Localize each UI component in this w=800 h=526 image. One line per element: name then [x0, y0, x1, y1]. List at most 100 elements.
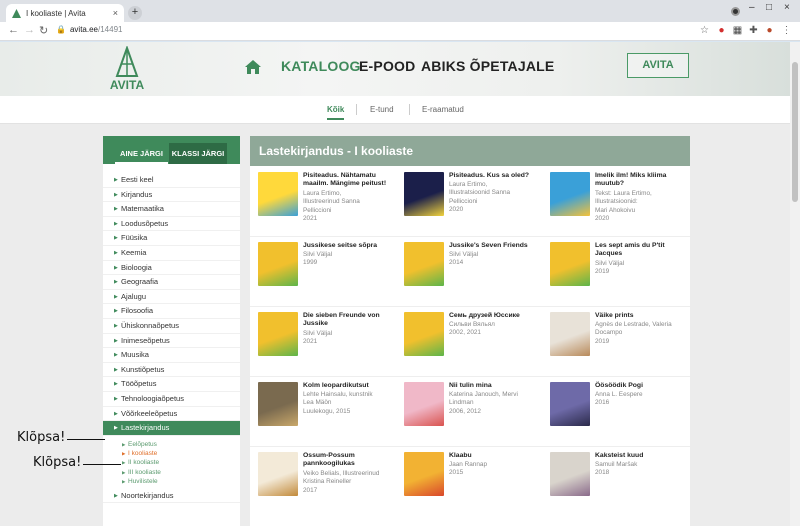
book-cover-image[interactable]: [404, 452, 444, 496]
sidebar-subitem[interactable]: ▶ III kooliaste: [103, 468, 240, 477]
star-icon[interactable]: ☆: [699, 25, 710, 36]
book-cover-image[interactable]: [550, 452, 590, 496]
book-cover-image[interactable]: [404, 312, 444, 356]
book-cover-image[interactable]: [258, 312, 298, 356]
sidebar-item[interactable]: ▶ Võõrkeeleõpetus: [103, 407, 240, 422]
book-card[interactable]: Nii tulin mina Katerina Janouch, Mervi Lin…: [396, 376, 542, 446]
minimize-button[interactable]: –: [749, 2, 755, 13]
sidebar-item[interactable]: ▶ Keemia: [103, 246, 240, 261]
menu-icon[interactable]: ⋮: [781, 25, 792, 36]
book-cover-image[interactable]: [258, 172, 298, 216]
reload-icon[interactable]: ↻: [39, 24, 48, 37]
record-icon[interactable]: [731, 7, 740, 16]
sidebar-item[interactable]: ▶ Tehnoloogiaõpetus: [103, 392, 240, 407]
book-title[interactable]: Pisiteadus. Kus sa oled?: [449, 172, 539, 180]
sidebar-subitem[interactable]: ▶ Huvilistele: [103, 477, 240, 486]
forward-icon[interactable]: →: [24, 24, 35, 36]
maximize-button[interactable]: □: [766, 2, 772, 13]
book-cover-image[interactable]: [404, 382, 444, 426]
book-card[interactable]: Pisiteadus. Nähtamatu maailm. Mängime pe…: [250, 166, 396, 236]
sidebar-subitem[interactable]: ▶ II kooliaste: [103, 458, 240, 467]
sidebar-subitem[interactable]: ▶ Eelõpetus: [103, 440, 240, 449]
book-card[interactable]: Семь друзей Юссике Сильви Вяльял 2002, 202…: [396, 306, 542, 376]
book-card[interactable]: Imelik ilm! Miks kliima muutub? Tekst: La…: [542, 166, 688, 236]
book-title[interactable]: Jussike's Seven Friends: [449, 242, 539, 250]
book-title[interactable]: Klaabu: [449, 452, 539, 460]
back-icon[interactable]: ←: [8, 24, 19, 36]
sidebar-item[interactable]: ▶ Kirjandus: [103, 188, 240, 203]
extension-red-icon[interactable]: ●: [716, 25, 727, 36]
tab-eraamatud[interactable]: E-raamatud: [422, 105, 464, 114]
book-cover-image[interactable]: [258, 452, 298, 496]
book-card[interactable]: Jussike's Seven Friends Silvi Väljal 2014: [396, 236, 542, 306]
tab-etund[interactable]: E-tund: [370, 105, 394, 114]
sidebar-item[interactable]: ▶ Lastekirjandus: [103, 421, 240, 436]
book-card[interactable]: Die sieben Freunde von Jussike Silvi Välj…: [250, 306, 396, 376]
close-window-button[interactable]: ×: [784, 2, 790, 13]
sidebar-item[interactable]: ▶ Geograafia: [103, 275, 240, 290]
sidebar-item[interactable]: ▶ Kunstiõpetus: [103, 363, 240, 378]
nav-epood[interactable]: E-POOD: [359, 58, 415, 74]
book-card[interactable]: Jussikese seitse sõpra Silvi Väljal 1999: [250, 236, 396, 306]
sidebar-item[interactable]: ▶ Ühiskonnaõpetus: [103, 319, 240, 334]
sidebar-item[interactable]: ▶ Bioloogia: [103, 261, 240, 276]
book-cover-image[interactable]: [404, 242, 444, 286]
sidebar-item[interactable]: ▶ Füüsika: [103, 231, 240, 246]
avita-logo[interactable]: AVITA: [103, 46, 151, 92]
sidebar-item[interactable]: ▶ Filosoofia: [103, 304, 240, 319]
book-card[interactable]: Les sept amis du P'tit Jacques Silvi Välj…: [542, 236, 688, 306]
home-icon[interactable]: [245, 60, 261, 74]
sidebar-subitem[interactable]: ▶ I kooliaste: [103, 449, 240, 458]
sidebar-item[interactable]: ▶ Ajalugu: [103, 290, 240, 305]
book-card[interactable]: Kolm leopardikutsut Lehte Hainsalu, kunst…: [250, 376, 396, 446]
book-card[interactable]: Ossum-Possum pannkoogilukas Veiko Belials…: [250, 446, 396, 516]
sidebar-item[interactable]: ▶ Tööõpetus: [103, 377, 240, 392]
book-title[interactable]: Ossum-Possum pannkoogilukas: [303, 452, 393, 469]
book-cover-image[interactable]: [258, 242, 298, 286]
sidebar-item[interactable]: ▶ Loodusõpetus: [103, 217, 240, 232]
book-title[interactable]: Die sieben Freunde von Jussike: [303, 312, 393, 329]
avatar[interactable]: ●: [764, 25, 775, 36]
new-tab-button[interactable]: +: [128, 6, 142, 20]
tab-close-icon[interactable]: ×: [113, 8, 118, 18]
sidebar-item[interactable]: ▶ Eesti keel: [103, 173, 240, 188]
puzzle-icon[interactable]: ✚: [748, 25, 759, 36]
sidebar-item[interactable]: ▶ Inimeseõpetus: [103, 334, 240, 349]
book-cover-image[interactable]: [258, 382, 298, 426]
sidebar-item-noortekirjandus[interactable]: ▶ Noortekirjandus: [103, 489, 240, 504]
book-card[interactable]: Pisiteadus. Kus sa oled? Laura Ertimo, Ill…: [396, 166, 542, 236]
subject-list: ▶ Eesti keel ▶ Kirjandus ▶ Matemaatika ▶ Loodus…: [103, 164, 240, 504]
nav-kataloog[interactable]: KATALOOG: [281, 58, 361, 74]
sidebar-item[interactable]: ▶ Muusika: [103, 348, 240, 363]
book-cover-image[interactable]: [550, 312, 590, 356]
book-title[interactable]: Imelik ilm! Miks kliima muutub?: [595, 172, 685, 189]
book-cover-image[interactable]: [550, 172, 590, 216]
book-card[interactable]: Väike prints Agnès de Lestrade, Valeria Do…: [542, 306, 688, 376]
nav-abiks-opetajale[interactable]: ABIKS ÕPETAJALE: [421, 58, 554, 74]
sidebar-item[interactable]: ▶ Matemaatika: [103, 202, 240, 217]
browser-tab[interactable]: I kooliaste | Avita ×: [6, 4, 124, 22]
tab-aine-jargi[interactable]: AINE JÄRGI: [115, 143, 168, 164]
book-title[interactable]: Les sept amis du P'tit Jacques: [595, 242, 685, 259]
tab-koik[interactable]: Kõik: [327, 105, 345, 120]
book-title[interactable]: Семь друзей Юссике: [449, 312, 539, 320]
book-title[interactable]: Öösöödik Pogi: [595, 382, 685, 390]
book-cover-image[interactable]: [550, 382, 590, 426]
book-title[interactable]: Väike prints: [595, 312, 685, 320]
tab-klassi-jargi[interactable]: KLASSI JÄRGI: [169, 143, 227, 164]
book-title[interactable]: Pisiteadus. Nähtamatu maailm. Mängime pe…: [303, 172, 393, 189]
scroll-thumb[interactable]: [792, 62, 798, 202]
book-cover-image[interactable]: [404, 172, 444, 216]
book-title[interactable]: Kaksteist kuud: [595, 452, 685, 460]
book-card[interactable]: Klaabu Jaan Rannap 2015: [396, 446, 542, 516]
book-title[interactable]: Kolm leopardikutsut: [303, 382, 393, 390]
address-bar[interactable]: 🔒 avita.ee/14491: [56, 25, 122, 34]
book-card[interactable]: Kaksteist kuud Samuil Maršak 2018: [542, 446, 688, 516]
page-scrollbar[interactable]: [790, 42, 800, 526]
book-cover-image[interactable]: [550, 242, 590, 286]
book-card[interactable]: Öösöödik Pogi Anna L. Eespere 2016: [542, 376, 688, 446]
avita-button[interactable]: AVITA: [627, 53, 689, 78]
book-title[interactable]: Nii tulin mina: [449, 382, 539, 390]
book-title[interactable]: Jussikese seitse sõpra: [303, 242, 393, 250]
extension-grid-icon[interactable]: ▦: [732, 25, 743, 36]
